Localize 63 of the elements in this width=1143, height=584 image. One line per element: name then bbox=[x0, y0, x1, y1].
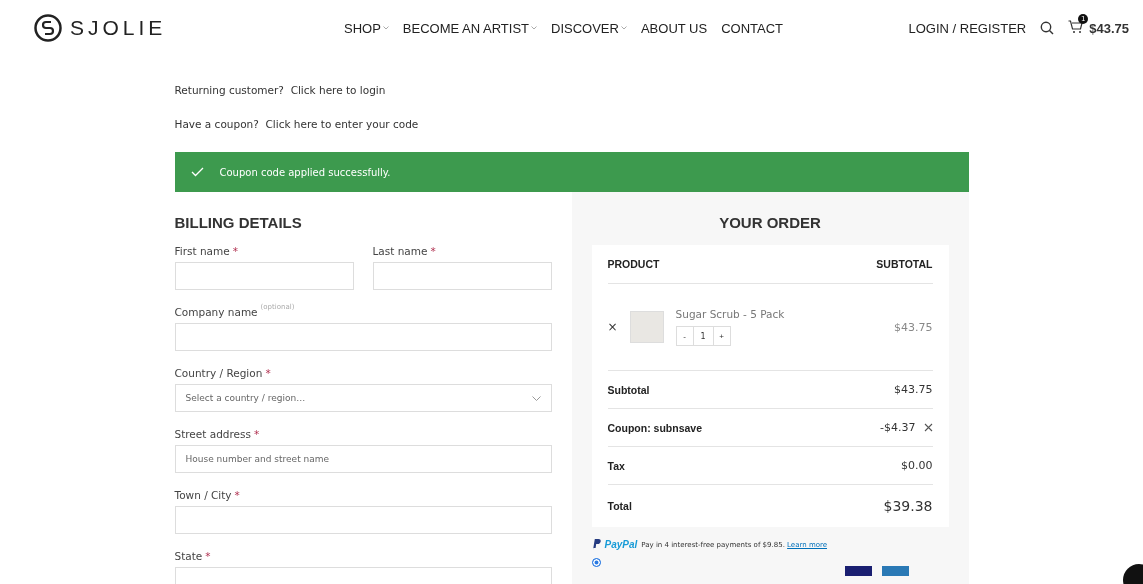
required-mark: * bbox=[254, 428, 260, 440]
notice-text: Have a coupon? Click here to enter your code bbox=[174, 118, 420, 130]
required-mark: * bbox=[232, 245, 238, 257]
input-field[interactable]: House number and street name bbox=[174, 445, 552, 473]
card-icon bbox=[844, 566, 872, 576]
input-field[interactable] bbox=[174, 262, 354, 290]
login-link[interactable]: LOGIN / REGISTER bbox=[908, 20, 1027, 36]
logo-text[interactable]: SJOLIE bbox=[70, 16, 167, 40]
total-value: $39.38 bbox=[883, 498, 933, 514]
column-header: PRODUCT bbox=[607, 258, 660, 270]
required-mark: * bbox=[234, 489, 240, 501]
total-value: $43.75 bbox=[894, 383, 933, 396]
nav-link[interactable]: SHOP bbox=[344, 20, 381, 36]
nav-link[interactable]: BECOME AN ARTIST bbox=[402, 20, 530, 36]
total-value: -$4.37 bbox=[880, 421, 916, 434]
required-mark: * bbox=[265, 367, 271, 379]
field-label: State bbox=[174, 550, 203, 562]
notice-link[interactable]: Click here to login bbox=[290, 84, 386, 96]
card-icon bbox=[881, 566, 909, 576]
required-mark: * bbox=[205, 550, 211, 562]
notice-link[interactable]: Click here to enter your code bbox=[265, 118, 419, 130]
cart-total[interactable]: $43.75 bbox=[1089, 20, 1129, 36]
caret-icon[interactable] bbox=[531, 26, 538, 30]
total-label: Coupon: subnsave bbox=[607, 421, 702, 434]
field-label: Last name bbox=[372, 245, 428, 257]
input-field[interactable] bbox=[174, 506, 552, 534]
required-mark: * bbox=[430, 245, 436, 257]
field-label: First name bbox=[174, 245, 230, 257]
input-field[interactable] bbox=[372, 262, 552, 290]
nav-link[interactable]: ABOUT US bbox=[640, 20, 708, 36]
section-title: BILLING DETAILS bbox=[174, 214, 303, 231]
total-label: Subtotal bbox=[607, 383, 650, 396]
logo-icon[interactable] bbox=[34, 14, 62, 42]
product-photo-placeholder bbox=[629, 311, 664, 343]
caret-icon[interactable] bbox=[620, 26, 627, 30]
nav-link[interactable]: CONTACT bbox=[721, 20, 784, 36]
nav-link[interactable]: DISCOVER bbox=[551, 20, 619, 36]
remove-button[interactable]: × bbox=[607, 320, 618, 334]
section-title: YOUR ORDER bbox=[718, 214, 822, 231]
paypal-logo-text: PayPal bbox=[604, 539, 638, 550]
paypal-p-icon bbox=[591, 539, 601, 550]
chevron-down-icon[interactable] bbox=[531, 395, 541, 401]
success-message: Coupon code applied successfully. bbox=[219, 166, 391, 178]
input-field[interactable] bbox=[174, 323, 552, 351]
field-label: Town / City bbox=[174, 489, 232, 501]
total-label: Total bbox=[607, 500, 632, 512]
quantity-field[interactable]: 1 bbox=[692, 327, 714, 345]
field-label: Company name bbox=[174, 306, 258, 318]
field-label: Street address bbox=[174, 428, 251, 440]
product-name[interactable]: Sugar Scrub - 5 Pack bbox=[675, 308, 785, 320]
product-price: $43.75 bbox=[894, 320, 933, 334]
search-icon[interactable] bbox=[1040, 21, 1055, 35]
total-label: Tax bbox=[607, 459, 625, 472]
cart-icon[interactable] bbox=[1068, 19, 1084, 34]
caret-icon[interactable] bbox=[382, 26, 389, 30]
notice-text: Returning customer? Click here to login bbox=[174, 84, 387, 96]
column-header: SUBTOTAL bbox=[876, 258, 933, 270]
total-value: $0.00 bbox=[901, 459, 933, 472]
field-label: Country / Region bbox=[174, 367, 263, 379]
country-select[interactable]: Select a country / region… bbox=[174, 384, 552, 412]
remove-coupon-icon[interactable] bbox=[923, 423, 933, 432]
payment-radio[interactable] bbox=[591, 558, 601, 567]
check-icon bbox=[190, 167, 204, 177]
